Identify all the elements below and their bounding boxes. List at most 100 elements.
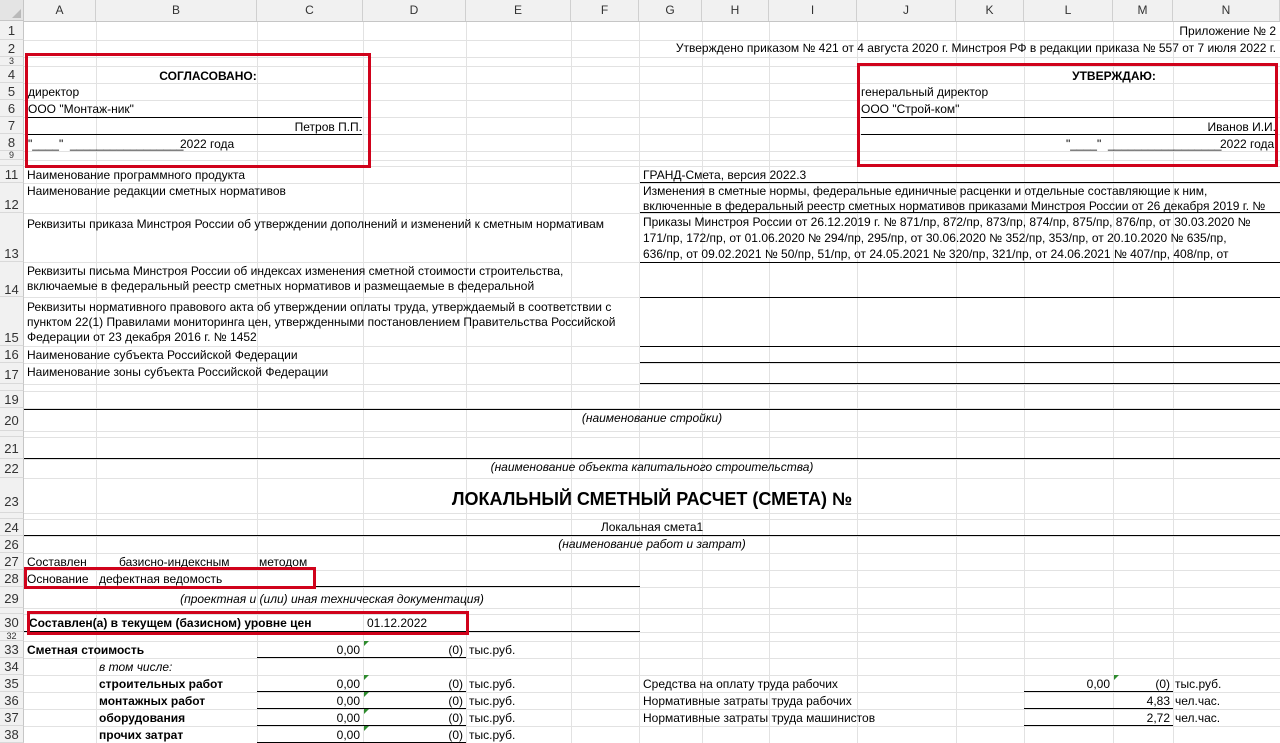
including-label[interactable]: в том числе:	[99, 660, 172, 675]
column-header-g[interactable]: G	[639, 0, 702, 21]
act-label-line1[interactable]: Реквизиты нормативного правового акта об…	[27, 300, 611, 315]
labor-machinists-label[interactable]: Нормативные затраты труда машинистов	[643, 711, 875, 726]
order-value-line3[interactable]: 636/пр, от 09.02.2021 № 50/пр, 51/пр, от…	[643, 247, 1280, 262]
row-header[interactable]: 27	[0, 553, 24, 570]
cost-item-label[interactable]: строительных работ	[99, 677, 223, 692]
column-header-h[interactable]: H	[702, 0, 769, 21]
cost-item-label[interactable]: оборудования	[99, 711, 185, 726]
row-header[interactable]: 24	[0, 519, 24, 536]
cost-item-unit[interactable]: тыс.руб.	[469, 677, 515, 692]
cost-item-value[interactable]: 0,00	[257, 728, 360, 743]
row-header[interactable]: 5	[0, 83, 24, 100]
row-header[interactable]: 4	[0, 66, 24, 83]
row-header[interactable]: 36	[0, 692, 24, 709]
column-header-n[interactable]: N	[1173, 0, 1280, 21]
cost-value[interactable]: 0,00	[257, 643, 360, 658]
cost-item-value[interactable]: 0,00	[257, 694, 360, 709]
estimate-name[interactable]: Локальная смета1	[24, 520, 1280, 535]
row-header[interactable]: 17	[0, 363, 24, 384]
program-label[interactable]: Наименование программного продукта	[27, 168, 245, 183]
row-header[interactable]: 29	[0, 587, 24, 608]
cost-unit[interactable]: тыс.руб.	[469, 643, 515, 658]
column-header-l[interactable]: L	[1024, 0, 1113, 21]
act-label-line3[interactable]: Федерации от 23 декабря 2016 г. № 1452	[27, 330, 257, 345]
row-header[interactable]: 20	[0, 408, 24, 431]
cost-item-label[interactable]: прочих затрат	[99, 728, 183, 743]
order-label[interactable]: Реквизиты приказа Минстроя России об утв…	[27, 217, 604, 232]
column-header-k[interactable]: K	[956, 0, 1024, 21]
column-header-i[interactable]: I	[769, 0, 857, 21]
cost-paren[interactable]: (0)	[363, 643, 463, 658]
column-header-f[interactable]: F	[571, 0, 639, 21]
row-header[interactable]: 7	[0, 117, 24, 134]
column-header-m[interactable]: M	[1113, 0, 1173, 21]
construction-caption[interactable]: (наименование стройки)	[24, 411, 1280, 426]
column-header-a[interactable]: A	[24, 0, 96, 21]
column-header-d[interactable]: D	[363, 0, 466, 21]
zone-label[interactable]: Наименование зоны субъекта Российской Фе…	[27, 365, 328, 380]
order-value-line2[interactable]: 171/пр, 172/пр, от 01.06.2020 № 294/пр, …	[643, 231, 1280, 246]
edition-value-line1[interactable]: Изменения в сметные нормы, федеральные е…	[643, 184, 1207, 199]
labor-workers-label[interactable]: Нормативные затраты труда рабочих	[643, 694, 852, 709]
row-header[interactable]: 9	[0, 151, 24, 160]
order-value-line1[interactable]: Приказы Минстроя России от 26.12.2019 г.…	[643, 215, 1280, 230]
cost-item-label[interactable]: монтажных работ	[99, 694, 205, 709]
act-label-line2[interactable]: пунктом 22(1) Правилами мониторинга цен,…	[27, 315, 615, 330]
labor-pay-unit[interactable]: тыс.руб.	[1175, 677, 1221, 692]
row-header[interactable]: 23	[0, 478, 24, 513]
labor-machinists-value[interactable]: 2,72	[1113, 711, 1170, 726]
cost-item-unit[interactable]: тыс.руб.	[469, 728, 515, 743]
row-header[interactable]: 6	[0, 100, 24, 117]
edition-label[interactable]: Наименование редакции сметных нормативов	[27, 184, 286, 199]
row-header[interactable]: 28	[0, 570, 24, 587]
row-header[interactable]: 37	[0, 709, 24, 726]
row-header[interactable]: 12	[0, 183, 24, 213]
cost-item-value[interactable]: 0,00	[257, 677, 360, 692]
approval-order-text[interactable]: Утверждено приказом № 421 от 4 августа 2…	[640, 41, 1276, 56]
cost-item-paren[interactable]: (0)	[363, 694, 463, 709]
row-header[interactable]: 33	[0, 641, 24, 658]
labor-machinists-unit[interactable]: чел.час.	[1175, 711, 1220, 726]
row-header[interactable]: 21	[0, 437, 24, 459]
cost-item-paren[interactable]: (0)	[363, 711, 463, 726]
row-header[interactable]: 2	[0, 40, 24, 57]
letter-label-line1[interactable]: Реквизиты письма Минстроя России об инде…	[27, 264, 563, 279]
labor-workers-unit[interactable]: чел.час.	[1175, 694, 1220, 709]
column-header-b[interactable]: B	[96, 0, 257, 21]
appendix-label[interactable]: Приложение № 2	[1100, 24, 1276, 39]
object-caption[interactable]: (наименование объекта капитального строи…	[24, 460, 1280, 475]
row-header[interactable]: 35	[0, 675, 24, 692]
cost-item-unit[interactable]: тыс.руб.	[469, 694, 515, 709]
column-header-e[interactable]: E	[466, 0, 571, 21]
cost-item-paren[interactable]: (0)	[363, 728, 463, 743]
row-header[interactable]: 30	[0, 614, 24, 632]
program-value[interactable]: ГРАНД-Смета, версия 2022.3	[643, 168, 806, 183]
cost-item-unit[interactable]: тыс.руб.	[469, 711, 515, 726]
row-header[interactable]: 34	[0, 658, 24, 675]
cost-item-value[interactable]: 0,00	[257, 711, 360, 726]
row-header[interactable]: 15	[0, 297, 24, 346]
row-header[interactable]: 14	[0, 262, 24, 297]
subject-label[interactable]: Наименование субъекта Российской Федерац…	[27, 348, 298, 363]
row-header[interactable]: 13	[0, 213, 24, 262]
row-header[interactable]: 38	[0, 726, 24, 743]
row-header[interactable]: 11	[0, 166, 24, 183]
row-header[interactable]: 22	[0, 459, 24, 478]
docs-caption[interactable]: (проектная и (или) иная техническая доку…	[24, 592, 640, 607]
row-header[interactable]: 1	[0, 21, 24, 40]
labor-pay-label[interactable]: Средства на оплату труда рабочих	[643, 677, 838, 692]
works-caption[interactable]: (наименование работ и затрат)	[24, 537, 1280, 552]
select-all-corner[interactable]	[0, 0, 24, 21]
row-header[interactable]: 8	[0, 134, 24, 151]
row-header[interactable]: 3	[0, 57, 24, 66]
spreadsheet-grid[interactable]: A B C D E F G H I J K L M N 1 2 3 4 5 6 …	[0, 0, 1280, 743]
row-header[interactable]: 26	[0, 536, 24, 553]
row-header[interactable]: 32	[0, 632, 24, 641]
cost-label[interactable]: Сметная стоимость	[27, 643, 144, 658]
estimate-title[interactable]: ЛОКАЛЬНЫЙ СМЕТНЫЙ РАСЧЕТ (СМЕТА) №	[24, 488, 1280, 510]
column-header-j[interactable]: J	[857, 0, 956, 21]
labor-pay-value[interactable]: 0,00	[1024, 677, 1110, 692]
row-header[interactable]: 19	[0, 391, 24, 408]
labor-workers-value[interactable]: 4,83	[1113, 694, 1170, 709]
letter-label-line2[interactable]: включаемые в федеральный реестр сметных …	[27, 279, 534, 294]
